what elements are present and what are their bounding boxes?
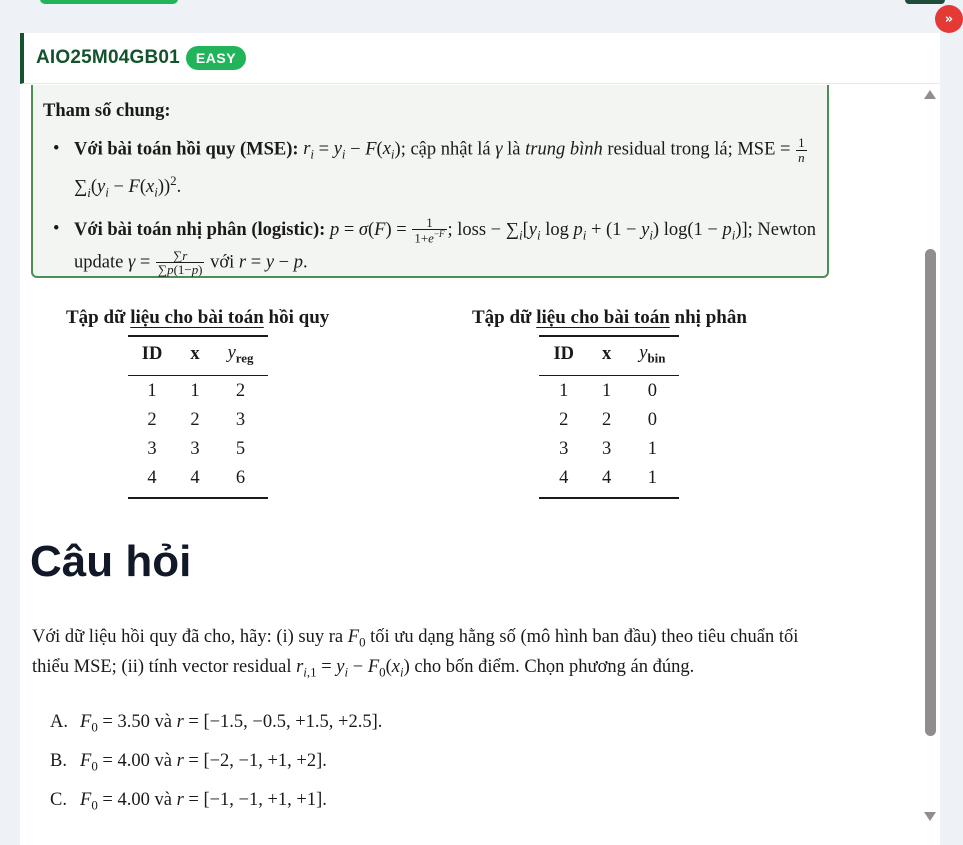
question-heading: Câu hỏi	[30, 537, 192, 586]
b1-text-1: ; cập nhật lá	[400, 139, 491, 160]
params-title: Tham số chung:	[43, 101, 171, 121]
chevrons-down-icon[interactable]: »	[935, 5, 963, 33]
b2-text-3: với	[210, 251, 235, 272]
table-row: 110	[559, 380, 657, 401]
col-header-x: x	[588, 334, 626, 376]
binary-table-title: Tập dữ liệu cho bài toán nhị phân	[472, 307, 747, 328]
table-row: 223	[147, 409, 246, 430]
col-header-id: ID	[539, 334, 588, 376]
table-row: 441	[539, 462, 680, 499]
difficulty-badge: EASY	[185, 46, 247, 70]
col-header-yreg: yreg	[213, 334, 268, 376]
option-b[interactable]: B. F0 = 4.00 và r = [−2, −1, +1, +2].	[50, 749, 382, 788]
param-bullet-regression: Với bài toán hồi quy (MSE): ri = yi − F(…	[43, 136, 817, 206]
b1-text-3: residual trong lá; MSE =	[607, 139, 791, 160]
regression-table-block: Tập dữ liệu cho bài toán hồi quy ID x yr…	[66, 307, 329, 499]
scroll-up-arrow-icon[interactable]	[924, 90, 936, 99]
bullet-label-binary: Với bài toán nhị phân (logistic):	[74, 219, 326, 240]
scroll-down-arrow-icon[interactable]	[924, 812, 936, 821]
question-text: Với dữ liệu hồi quy đã cho, hãy: (i) suy…	[32, 627, 799, 680]
binary-table-block: Tập dữ liệu cho bài toán nhị phân ID x y…	[472, 307, 747, 499]
table-row: 335	[147, 438, 246, 459]
right-gutter	[940, 33, 963, 845]
params-box: Tham số chung: Với bài toán hồi quy (MSE…	[31, 85, 829, 278]
table-row: 220	[559, 409, 657, 430]
regression-table: ID x yreg 112 223 335 446	[127, 334, 268, 499]
bullet-label-regression: Với bài toán hồi quy (MSE):	[74, 139, 299, 160]
b2-text-1: ; loss −	[447, 219, 502, 240]
table-row: 112	[147, 380, 246, 401]
answer-options: A. F0 = 3.50 và r = [−1.5, −0.5, +1.5, +2…	[50, 710, 382, 827]
problem-panel: AIO25M04GB01 EASY Tham số chung: Với bài…	[20, 33, 940, 845]
problem-content: Tham số chung: Với bài toán hồi quy (MSE…	[20, 85, 940, 845]
binary-table: ID x ybin 110 220 331 441	[539, 334, 680, 499]
b1-text-2: là	[507, 139, 521, 160]
col-header-x: x	[176, 334, 214, 376]
table-row: 331	[559, 438, 657, 459]
top-green-button[interactable]	[40, 0, 178, 4]
col-header-id: ID	[127, 334, 177, 376]
top-dark-button[interactable]	[905, 0, 945, 4]
option-c[interactable]: C. F0 = 4.00 và r = [−1, −1, +1, +1].	[50, 788, 382, 827]
b1-emphasis: trung bình	[525, 139, 603, 160]
col-header-ybin: ybin	[625, 334, 680, 376]
param-bullet-binary: Với bài toán nhị phân (logistic): p = σ(…	[43, 216, 817, 277]
scrollbar-thumb[interactable]	[925, 249, 936, 736]
option-a[interactable]: A. F0 = 3.50 và r = [−1.5, −0.5, +1.5, +2…	[50, 710, 382, 749]
problem-code: AIO25M04GB01	[36, 47, 180, 68]
regression-table-title: Tập dữ liệu cho bài toán hồi quy	[66, 307, 330, 328]
problem-header: AIO25M04GB01 EASY	[20, 33, 940, 84]
table-row: 446	[127, 462, 268, 499]
